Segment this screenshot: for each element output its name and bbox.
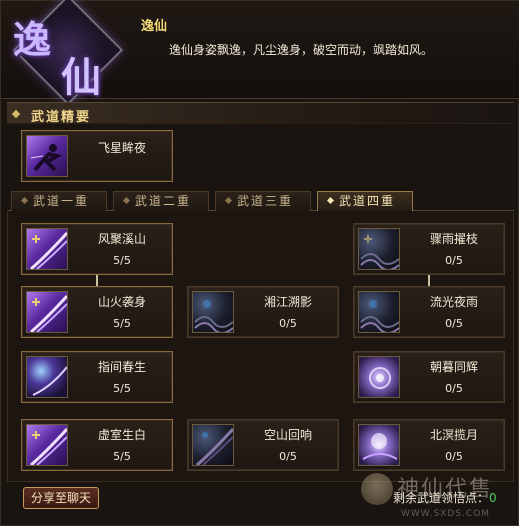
purple-slash-icon bbox=[26, 424, 68, 466]
class-emblem: 逸 仙 bbox=[9, 0, 127, 106]
skill-card-zhaomutonghui[interactable]: 朝暮同辉 0/5 bbox=[353, 351, 505, 403]
tab-tier-1[interactable]: 武道一重 bbox=[11, 191, 107, 211]
skill-level: 0/5 bbox=[279, 317, 297, 330]
tab-dot-icon bbox=[224, 196, 233, 205]
tab-dot-icon bbox=[20, 196, 29, 205]
tab-tier-3[interactable]: 武道三重 bbox=[215, 191, 311, 211]
emblem-char-1: 逸 bbox=[13, 17, 52, 62]
skill-name: 湘江溯影 bbox=[263, 295, 312, 309]
class-description: 逸仙身姿飘逸，凡尘逸身，破空而动，飒踏如风。 bbox=[169, 43, 434, 57]
skill-level: 5/5 bbox=[113, 382, 131, 395]
skill-panel: 逸 仙 逸仙 逸仙身姿飘逸，凡尘逸身，破空而动，飒踏如风。 武道精要 飞星眸夜 … bbox=[0, 0, 519, 526]
tab-label: 武道一重 bbox=[33, 194, 90, 208]
skill-card-liuguangyeyu[interactable]: 流光夜雨 0/5 bbox=[353, 286, 505, 338]
featured-skill-card[interactable]: 飞星眸夜 bbox=[21, 130, 173, 182]
tab-tier-2[interactable]: 武道二重 bbox=[113, 191, 209, 211]
skill-level: 5/5 bbox=[113, 317, 131, 330]
header: 逸 仙 逸仙 逸仙身姿飘逸，凡尘逸身，破空而动，飒踏如风。 bbox=[1, 0, 519, 106]
skill-level: 5/5 bbox=[113, 254, 131, 267]
skill-level: 0/5 bbox=[445, 382, 463, 395]
dark-storm-icon bbox=[192, 291, 234, 333]
tab-label: 武道二重 bbox=[135, 194, 192, 208]
skill-level: 5/5 bbox=[113, 450, 131, 463]
skill-level: 0/5 bbox=[445, 254, 463, 267]
mascot-icon bbox=[361, 473, 393, 505]
skill-name: 空山回响 bbox=[263, 428, 312, 442]
tab-dot-icon bbox=[326, 196, 335, 205]
dark-storm-icon bbox=[358, 228, 400, 270]
skill-level: 0/5 bbox=[279, 450, 297, 463]
skill-name: 流光夜雨 bbox=[429, 295, 478, 309]
skill-card-beimingjiaoyue[interactable]: 北溟揽月 0/5 bbox=[353, 419, 505, 471]
skill-name: 指间春生 bbox=[97, 360, 146, 374]
class-title: 逸仙 bbox=[141, 19, 168, 34]
skill-card-kongshanhuixiang[interactable]: 空山回响 0/5 bbox=[187, 419, 339, 471]
purple-slash-icon bbox=[26, 291, 68, 333]
tier-tabs: 武道一重 武道二重 武道三重 武道四重 bbox=[7, 189, 514, 211]
dark-storm-icon bbox=[358, 291, 400, 333]
skill-card-shanhuoxishen[interactable]: 山火袭身 5/5 bbox=[21, 286, 173, 338]
flying-figure-icon bbox=[26, 135, 68, 177]
skill-name: 骤雨擢枝 bbox=[429, 232, 478, 246]
skill-name: 山火袭身 bbox=[97, 295, 146, 309]
skill-level: 0/5 bbox=[445, 450, 463, 463]
section-bullet-icon bbox=[11, 109, 21, 119]
purple-moon-icon bbox=[26, 356, 68, 398]
remaining-points-label: 剩余武道领悟点： bbox=[393, 491, 490, 505]
skill-card-fengjuxishan[interactable]: 风聚溪山 5/5 bbox=[21, 223, 173, 275]
skill-card-zhouyuzhuozhi[interactable]: 骤雨擢枝 0/5 bbox=[353, 223, 505, 275]
tab-label: 武道三重 bbox=[237, 194, 294, 208]
share-to-chat-button[interactable]: 分享至聊天 bbox=[23, 487, 99, 509]
skill-card-xushishengbai[interactable]: 虚室生白 5/5 bbox=[21, 419, 173, 471]
skill-name: 朝暮同辉 bbox=[429, 360, 478, 374]
skill-name: 飞星眸夜 bbox=[97, 141, 146, 155]
tab-dot-icon bbox=[122, 196, 131, 205]
skill-name: 虚室生白 bbox=[97, 428, 146, 442]
section-header: 武道精要 bbox=[7, 102, 514, 125]
skill-level: 0/5 bbox=[445, 317, 463, 330]
remaining-points-value: 0 bbox=[489, 491, 497, 505]
tab-tier-4[interactable]: 武道四重 bbox=[317, 191, 413, 211]
section-title: 武道精要 bbox=[31, 110, 92, 125]
skill-name: 风聚溪山 bbox=[97, 232, 146, 246]
skill-name: 北溟揽月 bbox=[429, 428, 478, 442]
dark-slash-icon bbox=[192, 424, 234, 466]
remaining-points: 剩余武道领悟点：0 bbox=[393, 489, 497, 506]
emblem-char-2: 仙 bbox=[61, 54, 101, 101]
skill-card-xiangjiangsuying[interactable]: 湘江溯影 0/5 bbox=[187, 286, 339, 338]
purple-slash-icon bbox=[26, 228, 68, 270]
lavender-swirl-icon bbox=[358, 356, 400, 398]
dark-moon-icon bbox=[358, 424, 400, 466]
tab-label: 武道四重 bbox=[339, 194, 396, 208]
watermark-url: WWW.SXDS.COM bbox=[401, 509, 491, 519]
skill-card-zhijianchunsheng[interactable]: 指间春生 5/5 bbox=[21, 351, 173, 403]
